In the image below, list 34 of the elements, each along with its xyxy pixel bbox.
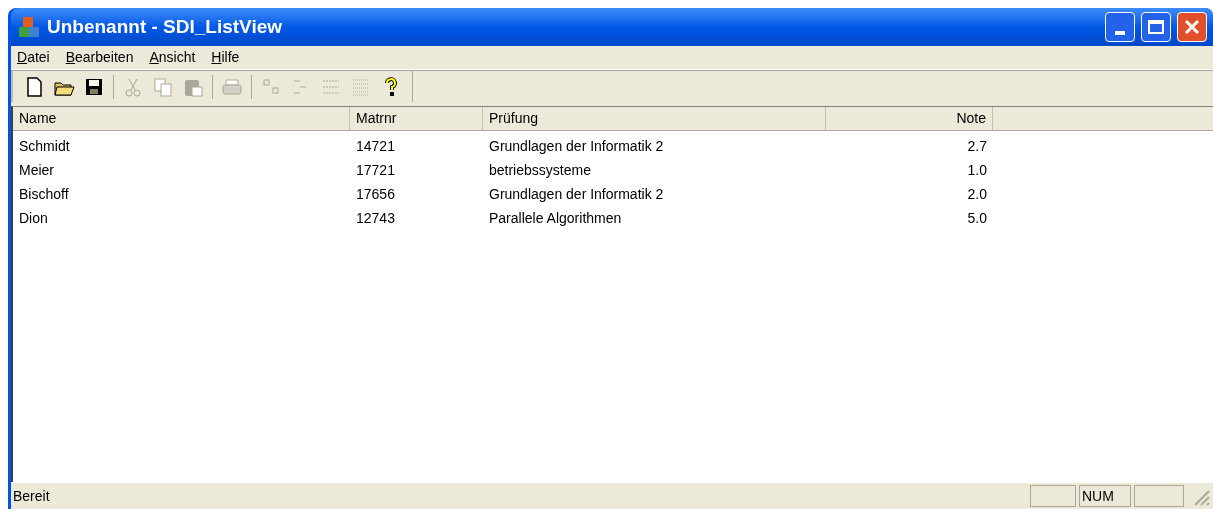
window-title: Unbenannt - SDI_ListView [47, 14, 284, 39]
table-cell-text: 1.0 [966, 160, 988, 180]
table-cell-text: Dion [18, 208, 49, 228]
status-pane [1030, 485, 1076, 507]
menu-item[interactable]: Bearbeiten [63, 47, 136, 68]
close-icon [1184, 19, 1200, 35]
table-cell-text: Schmidt [18, 136, 71, 156]
table-cell-text: Grundlagen der Informatik 2 [488, 184, 665, 204]
close-button[interactable] [1177, 12, 1207, 42]
table-cell-text: 2.0 [966, 184, 988, 204]
table-cell-text: Bischoff [18, 184, 70, 204]
table-cell-text: 17656 [355, 184, 396, 204]
table-cell-text: 14721 [355, 136, 396, 156]
column-header[interactable]: Note [826, 107, 993, 130]
table-cell-text: Parallele Algorithmen [488, 208, 623, 228]
status-pane [1134, 485, 1184, 507]
minimize-button[interactable] [1105, 12, 1135, 42]
column-header[interactable]: Name [13, 107, 350, 130]
app-icon [17, 15, 41, 39]
menu-item[interactable]: Datei [15, 47, 52, 68]
table-cell-text: Grundlagen der Informatik 2 [488, 136, 665, 156]
menu-item[interactable]: Ansicht [147, 47, 198, 68]
column-header[interactable]: Prüfung [483, 107, 826, 130]
menu-item[interactable]: Hilfe [209, 47, 242, 68]
table-cell-text: Meier [18, 160, 55, 180]
status-text: Bereit [13, 486, 51, 506]
table-cell-text: betriebssysteme [488, 160, 592, 180]
table-cell-text: 17721 [355, 160, 396, 180]
column-header[interactable]: Matrnr [350, 107, 483, 130]
table-cell-text: 5.0 [966, 208, 988, 228]
table-cell-text: 12743 [355, 208, 396, 228]
maximize-button[interactable] [1141, 12, 1171, 42]
status-indicator: NUM [1079, 485, 1131, 507]
table-cell-text: 2.7 [966, 136, 988, 156]
